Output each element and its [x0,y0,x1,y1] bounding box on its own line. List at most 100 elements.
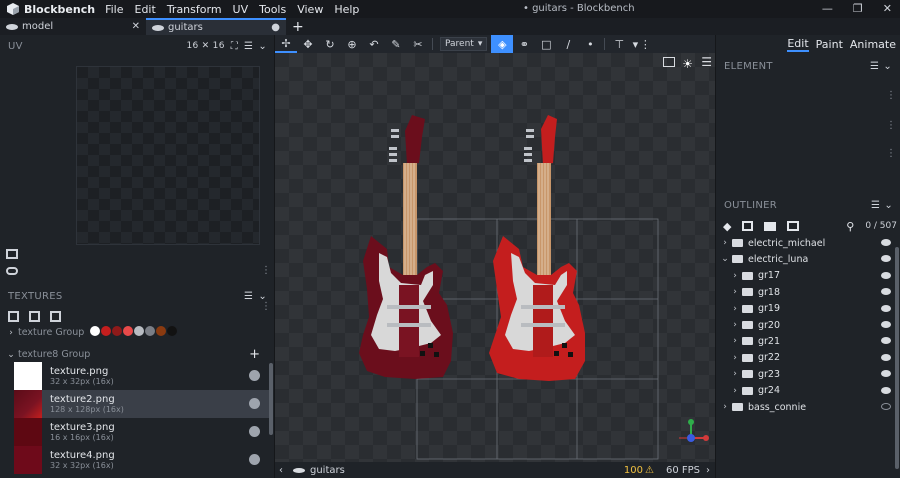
mode-tab-animate[interactable]: Animate [850,38,896,51]
chevron-right-icon[interactable]: › [720,238,730,248]
selection-mode-object-icon[interactable]: ◈ [491,35,514,53]
tab-model[interactable]: model ✕ [0,18,146,35]
uv-editor-canvas[interactable] [76,66,260,245]
sort-icon[interactable] [787,221,800,231]
fullscreen-icon[interactable]: ⛶ [231,41,238,52]
texture-item[interactable]: texture3.png 16 x 16px (16x) [14,418,269,446]
texture-item[interactable]: texture.png 32 x 32px (16x) [14,362,269,390]
menu-view[interactable]: View [297,3,323,16]
new-tab-button[interactable]: + [292,19,304,35]
texture-item[interactable]: texture2.png 128 x 128px (16x) [14,390,269,418]
outliner-group-row[interactable]: › gr20 [716,317,900,333]
outliner-group-row[interactable]: › gr22 [716,350,900,366]
menu-help[interactable]: Help [334,3,359,16]
link-icon[interactable] [6,267,18,275]
more-options-icon[interactable]: ⋮ [261,265,271,276]
menu-file[interactable]: File [105,3,123,16]
brush-tool-icon[interactable]: ✎ [385,35,407,53]
create-texture-icon[interactable] [29,310,40,322]
eye-icon[interactable] [881,239,891,246]
eye-icon[interactable] [881,370,891,378]
3d-viewport[interactable]: ☀ ☰ [275,53,715,462]
chevron-down-icon[interactable]: ⌄ [6,350,16,360]
chevron-right-icon[interactable]: › [730,369,740,379]
check-icon[interactable] [249,426,260,437]
chevron-right-icon[interactable]: › [706,465,710,476]
more-options-icon[interactable]: ⋮ [886,148,896,159]
minimize-icon[interactable]: — [822,2,833,15]
chevron-down-icon[interactable]: ⌄ [720,254,730,264]
outliner-group-row[interactable]: › electric_michael [716,235,900,251]
selection-mode-link-icon[interactable]: ⚭ [513,35,535,53]
transform-space-select[interactable]: Parent ▾ [440,37,488,51]
chevron-right-icon[interactable]: › [730,320,740,330]
pivot-tool-icon[interactable]: ⊕ [341,35,363,53]
add-group-icon[interactable] [764,221,777,231]
knife-tool-icon[interactable]: ✂ [407,35,429,53]
resize-tool-icon[interactable]: ✥ [297,35,319,53]
outliner-group-row[interactable]: › gr23 [716,366,900,382]
vertex-snap-icon[interactable]: ↶ [363,35,385,53]
selection-mode-vertex-icon[interactable]: • [579,35,601,53]
check-icon[interactable] [249,370,260,381]
eye-icon[interactable] [881,271,891,279]
selection-mode-edge-icon[interactable]: ∕ [557,35,579,53]
more-options-icon[interactable]: ⋮ [886,90,896,101]
menu-transform[interactable]: Transform [167,3,222,16]
add-cube-icon[interactable]: ◆ [723,220,731,233]
tab-guitars[interactable]: guitars ● [146,18,286,35]
chevron-down-icon[interactable]: ▾ [630,35,640,53]
more-options-icon[interactable]: ⋮ [640,35,651,53]
mode-tab-paint[interactable]: Paint [816,38,843,51]
unsaved-dot-icon[interactable]: ● [271,22,280,33]
texture8-group-row[interactable]: ⌄ texture8 Group + [6,347,268,362]
menu-tools[interactable]: Tools [259,3,286,16]
eye-icon[interactable] [881,288,891,296]
eye-icon[interactable] [881,337,891,345]
chevron-right-icon[interactable]: › [730,336,740,346]
eye-icon[interactable] [881,353,891,361]
add-mesh-icon[interactable] [742,221,754,231]
chevron-right-icon[interactable]: › [730,386,740,396]
close-window-icon[interactable]: ✕ [883,2,892,15]
collapse-icon[interactable]: ☰ [244,41,253,52]
chevron-down-icon[interactable]: ⌄ [884,200,893,211]
eye-icon[interactable] [881,304,891,312]
outliner-group-row[interactable]: › gr21 [716,333,900,349]
outliner-group-row[interactable]: › gr24 [716,383,900,399]
outliner-scrollbar[interactable] [895,247,899,469]
chevron-left-icon[interactable]: ‹ [279,465,283,476]
outliner-group-row[interactable]: › gr18 [716,284,900,300]
eye-icon[interactable] [881,255,891,263]
texture-group-icon[interactable] [50,310,61,322]
chevron-right-icon[interactable]: › [6,328,16,338]
menu-edit[interactable]: Edit [135,3,156,16]
close-tab-icon[interactable]: ✕ [132,21,140,32]
chevron-right-icon[interactable]: › [720,402,730,412]
selection-mode-face-icon[interactable]: □ [535,35,557,53]
search-icon[interactable]: ⚲ [846,220,854,233]
more-options-icon[interactable]: ⋮ [261,301,271,312]
textures-scrollbar[interactable] [269,363,273,435]
copy-icon[interactable] [6,249,18,259]
restore-icon[interactable]: ❐ [853,2,863,15]
outliner-group-row[interactable]: ⌄ electric_luna [716,251,900,267]
outliner-group-row[interactable]: › gr19 [716,301,900,317]
collapse-icon[interactable]: ☰ [244,291,253,302]
eye-icon[interactable] [881,386,891,394]
chevron-right-icon[interactable]: › [730,271,740,281]
chevron-down-icon[interactable]: ⌄ [883,61,892,72]
rotate-tool-icon[interactable]: ↻ [319,35,341,53]
chevron-right-icon[interactable]: › [730,353,740,363]
collapse-icon[interactable]: ☰ [870,61,879,72]
collapse-icon[interactable]: ☰ [871,200,880,211]
texture-item[interactable]: texture4.png 32 x 32px (16x) [14,446,269,474]
mirror-modeling-icon[interactable]: ⊤ [608,35,630,53]
menu-uv[interactable]: UV [233,3,249,16]
chevron-down-icon[interactable]: ⌄ [258,291,267,302]
outliner-group-row[interactable]: › gr17 [716,268,900,284]
import-texture-icon[interactable] [8,310,19,322]
check-icon[interactable] [249,398,260,409]
chevron-right-icon[interactable]: › [730,287,740,297]
move-tool-icon[interactable]: ✢ [275,35,297,53]
